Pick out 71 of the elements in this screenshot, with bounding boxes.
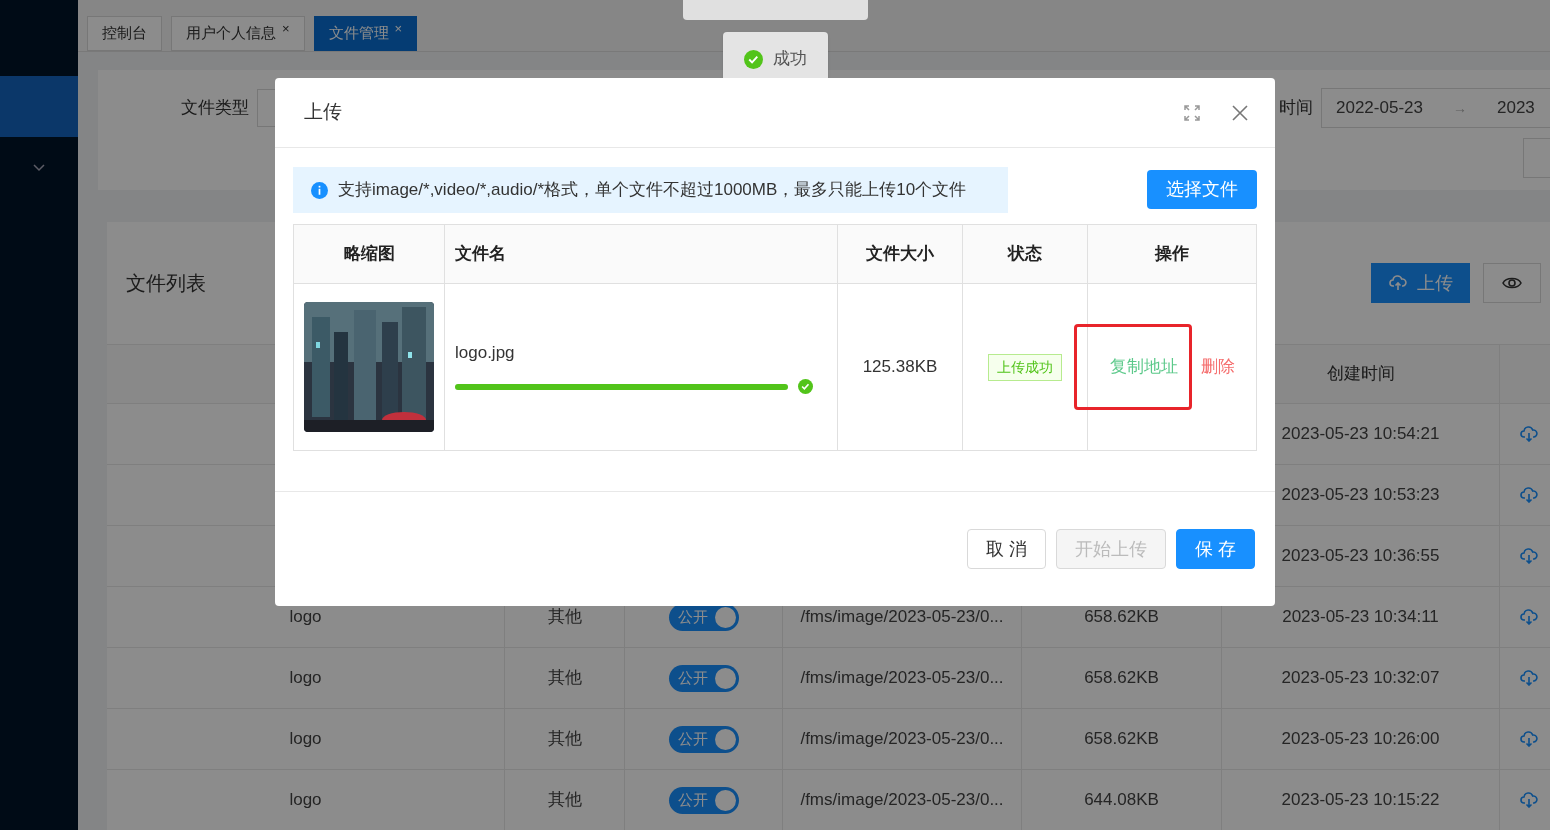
tab[interactable]: 控制台 bbox=[87, 16, 162, 51]
chevron-down-icon bbox=[33, 163, 45, 172]
column-header: 操作 bbox=[1155, 243, 1189, 266]
table-cell-text: 2023-05-23 10:32:07 bbox=[1281, 667, 1440, 690]
toast-message: 成功 bbox=[773, 48, 807, 71]
delete-link[interactable]: 删除 bbox=[1200, 357, 1235, 377]
file-name: logo.jpg bbox=[455, 341, 516, 364]
field-label: 时间 bbox=[1279, 97, 1313, 120]
table-cell-text: 2023-05-23 10:54:21 bbox=[1281, 423, 1440, 446]
copy-link[interactable]: 复制地址 bbox=[1109, 357, 1178, 377]
public-toggle[interactable]: 公开 bbox=[668, 786, 739, 814]
table-cell-text: 644.08KB bbox=[1084, 789, 1159, 812]
table-cell-text: 658.62KB bbox=[1084, 606, 1159, 629]
eye-icon bbox=[1502, 276, 1522, 290]
public-toggle[interactable]: 公开 bbox=[668, 725, 739, 753]
column-header: 文件大小 bbox=[866, 243, 934, 266]
tab[interactable]: 用户个人信息 × bbox=[171, 16, 305, 51]
column-header: 略缩图 bbox=[343, 243, 395, 266]
table-cell-text: logo bbox=[289, 606, 322, 629]
table-cell-text: 其他 bbox=[547, 789, 582, 812]
table-cell-text: 2023-05-23 10:26:00 bbox=[1281, 728, 1440, 751]
file-size: 125.38KB bbox=[862, 356, 938, 379]
field-label: 文件类型 bbox=[181, 97, 249, 120]
close-icon[interactable]: × bbox=[394, 18, 403, 39]
close-icon[interactable]: × bbox=[282, 18, 290, 39]
table-cell-text: /fms/image/2023-05-23/0... bbox=[800, 606, 1004, 629]
table-cell-text: 658.62KB bbox=[1084, 667, 1159, 690]
arrow-icon: → bbox=[1452, 97, 1467, 119]
cloud-download-icon[interactable] bbox=[1520, 792, 1538, 808]
table-cell-text: logo bbox=[289, 667, 322, 690]
date-range-field[interactable]: 2022-05-23 → 2023 bbox=[1321, 88, 1550, 128]
table-cell-text: 2023-05-23 10:15:22 bbox=[1281, 789, 1440, 812]
status-tag: 上传成功 bbox=[988, 353, 1062, 381]
cloud-download-icon[interactable] bbox=[1520, 548, 1538, 564]
cloud-download-icon[interactable] bbox=[1520, 609, 1538, 625]
public-toggle[interactable]: 公开 bbox=[668, 664, 739, 692]
table-cell-text: /fms/image/2023-05-23/0... bbox=[800, 789, 1004, 812]
cloud-download-icon[interactable] bbox=[1520, 670, 1538, 686]
cloud-upload-icon bbox=[1388, 275, 1407, 291]
dialog-title: 上传 bbox=[304, 100, 342, 125]
table-cell-text: 2023-05-23 10:34:11 bbox=[1282, 606, 1439, 629]
fullscreen-icon[interactable] bbox=[1184, 104, 1200, 121]
table-cell-text: /fms/image/2023-05-23/0... bbox=[800, 728, 1004, 751]
tab[interactable]: 文件管理 × bbox=[313, 16, 418, 51]
table-cell-text: 其他 bbox=[547, 728, 582, 751]
table-cell-text: logo bbox=[289, 789, 322, 812]
dialog-button[interactable]: 取 消 bbox=[966, 529, 1046, 569]
column-header: 状态 bbox=[1008, 243, 1042, 266]
panel-title: 文件列表 bbox=[126, 271, 206, 296]
table-cell-text: 2023-05-23 10:53:23 bbox=[1281, 484, 1440, 507]
table-cell-text: 其他 bbox=[547, 667, 582, 690]
view-button[interactable] bbox=[1483, 263, 1541, 303]
select-file-button[interactable]: 选择文件 bbox=[1147, 170, 1257, 209]
start-date: 2022-05-23 bbox=[1336, 97, 1423, 120]
info-icon bbox=[311, 181, 328, 199]
close-icon[interactable] bbox=[1232, 104, 1248, 121]
upload-button[interactable]: 上传 bbox=[1371, 263, 1470, 303]
table-cell-text: logo bbox=[289, 728, 322, 751]
table-cell-text: /fms/image/2023-05-23/0... bbox=[800, 667, 1004, 690]
check-circle-icon bbox=[744, 49, 763, 69]
column-header: 创建时间 bbox=[1326, 363, 1395, 386]
table-cell-text: 658.62KB bbox=[1084, 728, 1159, 751]
table-cell-text: 其他 bbox=[547, 606, 582, 629]
alert-text: 支持image/*,video/*,audio/*格式，单个文件不超过1000MB，最多只能上传10个文件 bbox=[338, 179, 967, 202]
cloud-download-icon[interactable] bbox=[1520, 487, 1538, 503]
cloud-download-icon[interactable] bbox=[1520, 426, 1538, 442]
cloud-download-icon[interactable] bbox=[1520, 731, 1538, 747]
column-header: 文件名 bbox=[455, 243, 506, 266]
end-date: 2023 bbox=[1496, 97, 1535, 120]
table-cell-text: 2023-05-23 10:36:55 bbox=[1281, 545, 1440, 568]
dialog-button[interactable]: 保 存 bbox=[1176, 529, 1255, 569]
